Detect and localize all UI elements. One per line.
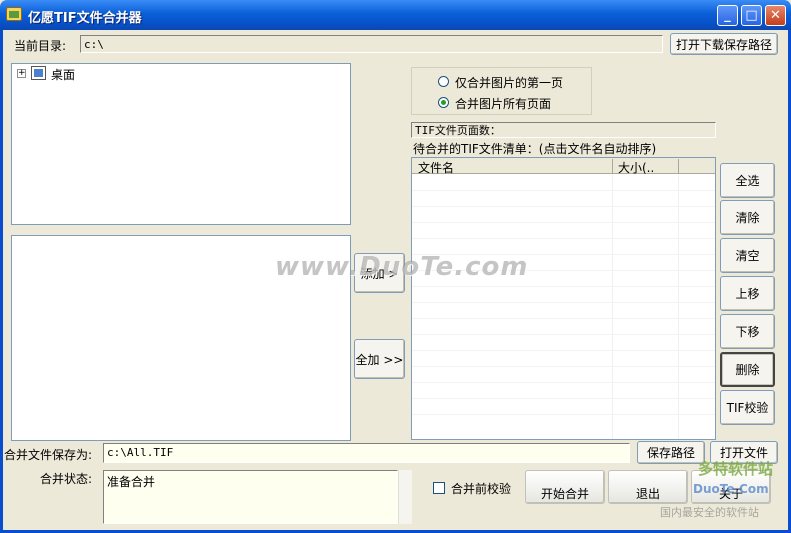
row-gridline [412,414,715,415]
row-gridline [412,350,715,351]
expand-icon[interactable]: + [17,69,26,78]
row-gridline [412,286,715,287]
window-frame-left [0,30,3,533]
exit-button[interactable]: 退出 [608,470,688,504]
status-box: 准备合并 [103,470,398,524]
column-gridline [612,174,613,439]
tif-check-button[interactable]: TIF校验 [720,390,775,425]
add-all-button[interactable]: 全加 >> [354,339,405,379]
exit-label: 退出 [635,486,660,501]
clear-button[interactable]: 清空 [720,238,775,273]
maximize-button[interactable]: □ [741,5,762,26]
current-dir-field: c:\ [80,35,663,53]
move-up-button[interactable]: 上移 [720,276,775,311]
verify-label[interactable]: 合并前校验 [451,480,511,497]
column-size[interactable]: 大小(.. [618,159,654,176]
row-gridline [412,238,715,239]
all-pages-label[interactable]: 合并图片所有页面 [455,95,551,112]
row-gridline [412,190,715,191]
desktop-icon [31,66,46,80]
remove-button[interactable]: 清除 [720,200,775,235]
row-gridline [412,302,715,303]
row-gridline [412,318,715,319]
column-gridline [678,174,679,439]
close-button[interactable]: ✕ [765,5,786,26]
column-separator[interactable] [612,159,613,173]
column-separator[interactable] [678,159,679,173]
verify-checkbox[interactable] [433,482,445,494]
merge-list-heading: 待合并的TIF文件清单：(点击文件名自动排序) [413,142,657,156]
tree-item-desktop[interactable]: 桌面 [51,66,75,83]
row-gridline [412,206,715,207]
list-header [412,158,715,174]
open-download-path-button[interactable]: 打开下载保存路径 [670,33,778,55]
watermark-slogan: 国内最安全的软件站 [660,506,759,519]
row-gridline [412,222,715,223]
save-path-button[interactable]: 保存路径 [637,441,705,464]
all-pages-radio[interactable] [438,97,449,108]
page-count-field: TIF文件页面数： [411,122,716,138]
select-all-button[interactable]: 全选 [720,163,775,198]
minimize-button[interactable]: _ [717,5,738,26]
watermark-brand: 多特软件站 [698,460,774,478]
row-gridline [412,382,715,383]
first-page-label[interactable]: 仅合并图片的第一页 [455,74,563,91]
row-gridline [412,334,715,335]
row-gridline [412,366,715,367]
start-merge-label: 开始合并 [540,486,589,501]
move-down-button[interactable]: 下移 [720,314,775,349]
watermark-center: www.DuoTe.com [275,252,529,282]
current-dir-label: 当前目录: [14,39,67,53]
save-as-field[interactable]: c:\All.TIF [103,443,630,463]
folder-tree[interactable]: + 桌面 [11,63,351,225]
delete-button[interactable]: 删除 [720,352,775,387]
status-scrollbar[interactable] [398,470,412,524]
app-icon [6,7,22,21]
save-as-label: 合并文件保存为: [4,448,93,462]
watermark-url: DuoTe.Com [693,482,769,496]
start-merge-button[interactable]: 开始合并 [525,470,605,504]
row-gridline [412,398,715,399]
window-title: 亿愿TIF文件合并器 [28,11,142,26]
first-page-radio[interactable] [438,76,449,87]
status-label: 合并状态: [40,472,93,486]
column-filename[interactable]: 文件名 [418,159,454,176]
merge-file-list[interactable]: 文件名 大小(.. [411,157,716,440]
